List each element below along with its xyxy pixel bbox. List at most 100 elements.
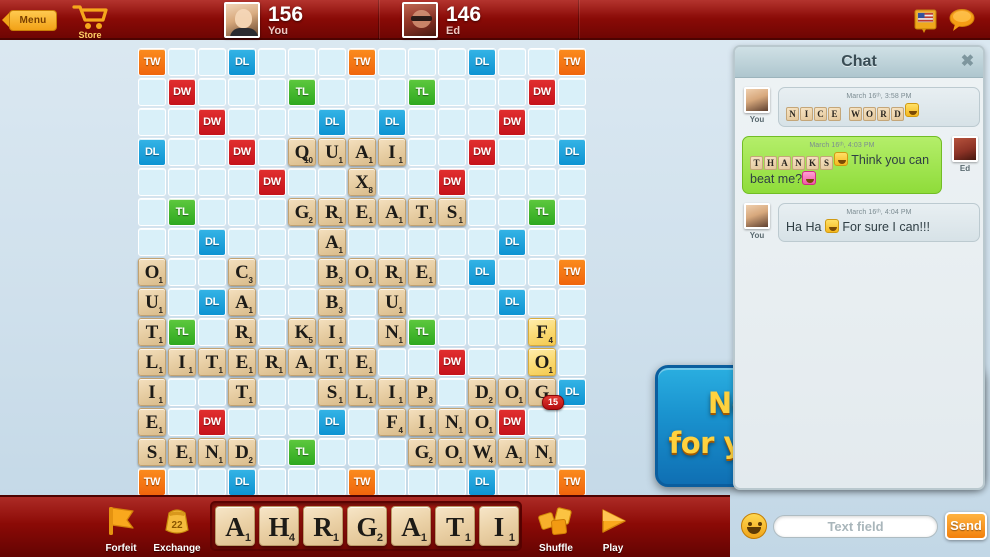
board-cell-dw[interactable]: DW bbox=[498, 408, 526, 436]
board-cell-tl[interactable]: TL bbox=[408, 78, 436, 106]
board-cell[interactable] bbox=[528, 258, 556, 286]
board-cell[interactable] bbox=[558, 168, 586, 196]
board-cell[interactable] bbox=[168, 168, 196, 196]
board-cell[interactable] bbox=[498, 138, 526, 166]
board-cell-dl[interactable]: DL bbox=[468, 48, 496, 76]
board-cell[interactable] bbox=[168, 108, 196, 136]
board-tile[interactable]: A1 bbox=[378, 198, 406, 226]
board-tile[interactable]: R1 bbox=[318, 198, 346, 226]
board-tile[interactable]: W4 bbox=[468, 438, 496, 466]
board-tile[interactable]: T1 bbox=[198, 348, 226, 376]
board-tile[interactable]: E1 bbox=[348, 198, 376, 226]
board-cell-tw[interactable]: TW bbox=[558, 48, 586, 76]
board-cell[interactable] bbox=[558, 108, 586, 136]
board-cell-dl[interactable]: DL bbox=[378, 108, 406, 136]
board-tile[interactable]: F4 bbox=[528, 318, 556, 346]
board-cell[interactable] bbox=[228, 228, 256, 256]
rack-tile[interactable]: H4 bbox=[259, 506, 299, 546]
board-tile[interactable]: D2 bbox=[228, 438, 256, 466]
board-cell[interactable] bbox=[258, 48, 286, 76]
close-icon[interactable]: ✖ bbox=[959, 54, 976, 71]
board-tile[interactable]: A1 bbox=[288, 348, 316, 376]
board-tile[interactable]: R1 bbox=[258, 348, 286, 376]
board-cell[interactable] bbox=[498, 168, 526, 196]
board-cell[interactable] bbox=[258, 318, 286, 346]
rack-tile[interactable]: R1 bbox=[303, 506, 343, 546]
board-tile[interactable]: B3 bbox=[318, 288, 346, 316]
board-cell[interactable] bbox=[348, 408, 376, 436]
board-tile[interactable]: D2 bbox=[468, 378, 496, 406]
board-tile[interactable]: A1 bbox=[498, 438, 526, 466]
board-cell[interactable] bbox=[558, 438, 586, 466]
board-cell[interactable] bbox=[168, 228, 196, 256]
board-cell[interactable] bbox=[528, 408, 556, 436]
rack-tile[interactable]: A1 bbox=[215, 506, 255, 546]
board-cell[interactable] bbox=[258, 438, 286, 466]
board-cell[interactable] bbox=[318, 168, 346, 196]
board-cell-dw[interactable]: DW bbox=[258, 168, 286, 196]
board-cell[interactable] bbox=[378, 468, 406, 496]
board-cell[interactable] bbox=[468, 288, 496, 316]
board-tile[interactable]: U1 bbox=[378, 288, 406, 316]
board-tile[interactable]: I1 bbox=[378, 378, 406, 406]
board-cell[interactable] bbox=[528, 168, 556, 196]
board-cell[interactable] bbox=[468, 108, 496, 136]
board-cell[interactable] bbox=[528, 138, 556, 166]
board-cell[interactable] bbox=[198, 138, 226, 166]
board-tile[interactable]: N1 bbox=[378, 318, 406, 346]
board-cell[interactable] bbox=[438, 468, 466, 496]
board-cell[interactable] bbox=[498, 78, 526, 106]
board-tile[interactable]: N1 bbox=[528, 438, 556, 466]
board-cell-tl[interactable]: TL bbox=[168, 318, 196, 346]
board-cell[interactable] bbox=[348, 108, 376, 136]
board-cell-dw[interactable]: DW bbox=[198, 108, 226, 136]
board-cell-dw[interactable]: DW bbox=[498, 108, 526, 136]
board-cell[interactable] bbox=[498, 318, 526, 346]
board-cell-dw[interactable]: DW bbox=[468, 138, 496, 166]
board-cell[interactable] bbox=[438, 228, 466, 256]
board-cell[interactable] bbox=[558, 78, 586, 106]
board-tile[interactable]: R1 bbox=[378, 258, 406, 286]
board-cell[interactable] bbox=[528, 108, 556, 136]
board-cell[interactable] bbox=[168, 408, 196, 436]
board-cell-tw[interactable]: TW bbox=[138, 468, 166, 496]
board-cell[interactable] bbox=[318, 48, 346, 76]
scrabble-board[interactable]: TW DL TW DL TW DW TL TL DW DW DL DL DW DL DW DW DL DW DW TL… bbox=[138, 48, 588, 496]
board-cell-tw[interactable]: TW bbox=[348, 48, 376, 76]
board-cell[interactable] bbox=[498, 348, 526, 376]
board-cell[interactable] bbox=[138, 228, 166, 256]
board-cell[interactable] bbox=[168, 468, 196, 496]
board-cell[interactable] bbox=[378, 78, 406, 106]
board-cell[interactable] bbox=[468, 318, 496, 346]
board-cell[interactable] bbox=[318, 78, 346, 106]
board-cell[interactable] bbox=[228, 78, 256, 106]
board-cell[interactable] bbox=[408, 228, 436, 256]
board-cell[interactable] bbox=[228, 198, 256, 226]
board-tile[interactable]: F4 bbox=[378, 408, 406, 436]
board-cell[interactable] bbox=[258, 468, 286, 496]
store-button[interactable]: Store bbox=[62, 2, 118, 40]
board-cell-dl[interactable]: DL bbox=[498, 228, 526, 256]
board-cell[interactable] bbox=[378, 228, 406, 256]
board-cell-tl[interactable]: TL bbox=[168, 198, 196, 226]
board-cell[interactable] bbox=[168, 288, 196, 316]
board-cell[interactable] bbox=[168, 138, 196, 166]
board-cell[interactable] bbox=[348, 78, 376, 106]
board-cell-tl[interactable]: TL bbox=[288, 438, 316, 466]
board-cell[interactable] bbox=[138, 78, 166, 106]
board-cell[interactable] bbox=[168, 378, 196, 406]
board-tile[interactable]: A1 bbox=[228, 288, 256, 316]
chat-message-list[interactable]: You March 16ᵗʰ, 3:58 PM N I C E W O R D Ed March 1… bbox=[739, 82, 983, 486]
board-cell-tw[interactable]: TW bbox=[558, 468, 586, 496]
board-tile[interactable]: E1 bbox=[168, 438, 196, 466]
board-cell[interactable] bbox=[318, 468, 346, 496]
board-cell[interactable] bbox=[198, 318, 226, 346]
chat-bubble-icon[interactable] bbox=[948, 6, 976, 34]
board-cell[interactable] bbox=[438, 288, 466, 316]
board-cell-dw[interactable]: DW bbox=[198, 408, 226, 436]
board-cell[interactable] bbox=[168, 258, 196, 286]
board-cell[interactable] bbox=[558, 198, 586, 226]
rack-tile[interactable]: A1 bbox=[391, 506, 431, 546]
board-cell[interactable] bbox=[438, 258, 466, 286]
board-cell-dw[interactable]: DW bbox=[228, 138, 256, 166]
